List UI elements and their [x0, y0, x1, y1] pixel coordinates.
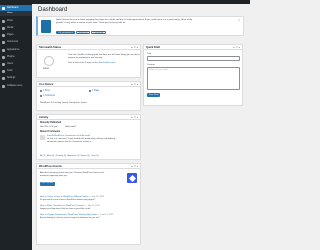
- events-news-widget: WordPress Events ▲ ▼ ▴ Attend an upcomin…: [36, 163, 141, 245]
- sidebar-item-appearance[interactable]: Appearance: [0, 47, 32, 53]
- sidebar-item-plugins[interactable]: Plugins: [0, 54, 32, 60]
- media-icon: [2, 26, 5, 30]
- recently-published-heading: Recently Published: [40, 122, 62, 124]
- sidebar-subitem-home[interactable]: Home: [0, 11, 32, 16]
- plugin-logo-icon: [41, 20, 51, 33]
- comment-author[interactable]: From A WordPress Commenter on Hello worl…: [47, 135, 90, 137]
- comment-icon: [40, 95, 42, 97]
- widget-title: Activity: [39, 115, 49, 119]
- widget-arrows-icon[interactable]: ▲ ▼ ▴: [131, 116, 138, 119]
- widget-title: WordPress Events: [39, 164, 62, 168]
- news-item[interactable]: How to Change Dashboard in WordPress Ste…: [40, 214, 113, 216]
- save-draft-button[interactable]: Save Draft: [147, 93, 161, 97]
- glance-pages[interactable]: 1 Page: [89, 90, 99, 92]
- admin-bar: [0, 0, 250, 4]
- pin-icon: [40, 90, 42, 92]
- news-item-excerpt: Imagine your blog doesn't look as clean …: [40, 208, 91, 210]
- admin-sidebar: Dashboard Home Posts Media Pages Comment…: [0, 0, 32, 250]
- select-location-button[interactable]: Select location: [40, 182, 55, 186]
- notice-rate-button[interactable]: Ok, you deserve it: [56, 30, 76, 34]
- news-item[interactable]: How to Make Transitions in WordPress Tut…: [40, 205, 100, 207]
- sidebar-item-posts[interactable]: Posts: [0, 18, 32, 24]
- draft-title-input[interactable]: [147, 56, 240, 61]
- draft-title-label: Title: [147, 53, 152, 55]
- close-icon[interactable]: ×: [238, 19, 240, 22]
- sidebar-collapse-menu[interactable]: Collapse menu: [0, 83, 32, 89]
- wrench-icon: [2, 69, 5, 73]
- health-status-label: Good: [43, 68, 49, 70]
- published-post-link[interactable]: Hello world!: [65, 126, 76, 128]
- health-status-icon: [44, 56, 54, 66]
- widget-arrows-icon[interactable]: ▲ ▼ ▴: [131, 46, 138, 49]
- sidebar-item-users[interactable]: Users: [0, 61, 32, 67]
- site-health-link[interactable]: Site Health screen: [99, 62, 116, 64]
- comment-icon: [2, 40, 5, 44]
- sidebar-item-media[interactable]: Media: [0, 25, 32, 31]
- rating-notice: Hello! Seems like you've been enjoying t…: [36, 16, 244, 36]
- dashboard-icon: [2, 6, 5, 10]
- pin-icon: [2, 19, 5, 23]
- sidebar-item-tools[interactable]: Tools: [0, 68, 32, 74]
- comment-text: Hi, this is a comment. To get started wi…: [47, 138, 115, 143]
- health-description: Your site's health is looking good, but …: [68, 54, 140, 59]
- page-icon: [2, 33, 5, 37]
- widget-title: Quick Draft: [146, 45, 160, 49]
- draft-content-placeholder: What's on your mind?: [149, 68, 169, 71]
- settings-icon: [2, 76, 5, 80]
- site-health-widget: Site Health Status ▲ ▼ ▴ Good Your site'…: [36, 44, 141, 78]
- sidebar-item-settings[interactable]: Settings: [0, 75, 32, 81]
- widget-arrows-icon[interactable]: ▲ ▼ ▴: [131, 165, 138, 168]
- notice-text: Hello! Seems like you've been enjoying t…: [56, 19, 192, 24]
- comment-filter-links[interactable]: All (1) | Mine (0) | Pending (0) | Appro…: [40, 155, 99, 157]
- widget-arrows-icon[interactable]: ▲ ▼ ▴: [233, 46, 240, 49]
- notice-later-button[interactable]: Maybe later: [76, 30, 91, 34]
- user-icon: [2, 62, 5, 66]
- glance-posts[interactable]: 1 Post: [40, 90, 50, 92]
- page-title: Dashboard: [38, 7, 68, 13]
- news-item-excerpt: Do you want to create a form in WordPres…: [40, 199, 96, 201]
- widget-title: At a Glance: [39, 82, 54, 86]
- avatar: [40, 135, 45, 140]
- notice-done-button[interactable]: I already did: [91, 30, 106, 34]
- sidebar-item-pages[interactable]: Pages: [0, 32, 32, 38]
- health-link-prefix: Take a look at the 5 items on the: [68, 62, 98, 65]
- at-a-glance-widget: At a Glance ▲ ▼ ▴ 1 Post 1 Page 1 Commen…: [36, 81, 141, 111]
- plugin-icon: [2, 55, 5, 59]
- glance-version: WordPress 6.4 running Twenty Twenty-Four…: [40, 102, 88, 104]
- draft-content-textarea[interactable]: What's on your mind?: [147, 67, 240, 90]
- recent-comments-heading: Recent Comments: [40, 131, 61, 133]
- news-item-excerpt: Are you looking for the best way to chan…: [40, 217, 100, 219]
- draft-content-label: Content: [147, 64, 155, 66]
- widget-title: Site Health Status: [39, 45, 62, 49]
- events-logo-icon: [127, 173, 137, 183]
- published-date: Nov 29th, 6:52 pm: [40, 126, 57, 128]
- news-item[interactable]: How to Create a Form in WordPress Withou…: [40, 196, 104, 198]
- events-description: Attend an upcoming event near you. Disco…: [40, 172, 104, 177]
- collapse-icon: [2, 84, 5, 88]
- quick-draft-widget: Quick Draft ▲ ▼ ▴ Title Content What's o…: [143, 44, 243, 106]
- widget-arrows-icon[interactable]: ▲ ▼ ▴: [131, 83, 138, 86]
- glance-comments[interactable]: 1 Comment: [40, 95, 55, 97]
- brush-icon: [2, 48, 5, 52]
- page-icon: [89, 90, 91, 92]
- sidebar-item-comments[interactable]: Comments: [0, 39, 32, 45]
- activity-widget: Activity ▲ ▼ ▴ Recently Published Nov 29…: [36, 114, 141, 160]
